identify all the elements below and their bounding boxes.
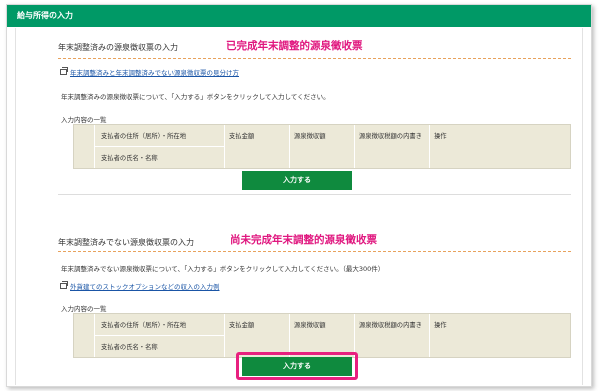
section2-heading: 年末調整済みでない源泉徴収票の入力 [58, 238, 194, 247]
col-payer-address: 支払者の住所（居所）・所在地 [101, 322, 187, 329]
col-payer-name: 支払者の氏名・名称 [101, 155, 158, 162]
table-divider [224, 314, 225, 357]
external-link-icon [60, 67, 68, 75]
external-link-icon [60, 281, 68, 289]
table-divider [224, 125, 225, 168]
section1-table-header: 支払者の住所（居所）・所在地 支払者の氏名・名称 支払金額 源泉徴収額 源泉徴収… [73, 124, 571, 169]
table-divider [429, 125, 430, 168]
section2-help-link[interactable]: 外貨建てのストックオプションなどの収入の入力例 [70, 281, 220, 291]
section2-instruction: 年末調整済みでない源泉徴収票について、「入力する」ボタンをクリックして入力してく… [61, 265, 385, 273]
section2-input-button[interactable]: 入力する [242, 357, 352, 376]
col-payer-address: 支払者の住所（居所）・所在地 [101, 133, 187, 140]
section2-divider [58, 251, 571, 252]
col-action: 操作 [434, 322, 447, 329]
table-divider [94, 335, 224, 336]
col-breakdown: 源泉徴収税額の内書き [359, 133, 422, 140]
section1-annotation: 已完成年末調整的源泉徵收票 [226, 40, 363, 52]
section1-help-link[interactable]: 年末調整済みと年末調整済みでない源泉徴収票の見分け方 [70, 67, 239, 77]
col-withholding: 源泉徴収額 [294, 322, 326, 329]
table-divider [289, 314, 290, 357]
col-amount: 支払金額 [229, 322, 255, 329]
col-withholding: 源泉徴収額 [294, 133, 326, 140]
col-action: 操作 [434, 133, 447, 140]
col-payer-name: 支払者の氏名・名称 [101, 344, 158, 351]
table-divider [94, 146, 224, 147]
section1-list-caption: 入力内容の一覧 [61, 116, 107, 124]
table-divider [429, 314, 430, 357]
section1-instruction: 年末調整済みの源泉徴収票について、「入力する」ボタンをクリックして入力してくださ… [61, 93, 330, 101]
table-divider [289, 125, 290, 168]
section1-divider [58, 58, 571, 59]
section1-input-button[interactable]: 入力する [242, 171, 352, 190]
section-separator [58, 194, 571, 195]
page-title: 給与所得の入力 [7, 5, 591, 27]
table-divider [354, 314, 355, 357]
table-divider [354, 125, 355, 168]
col-breakdown: 源泉徴収税額の内書き [359, 322, 422, 329]
section2-annotation: 尚未完成年末調整的源泉徵收票 [230, 234, 377, 246]
section2-list-caption: 入力内容の一覧 [61, 305, 107, 313]
section1-heading: 年末調整済みの源泉徴収票の入力 [58, 43, 178, 52]
col-amount: 支払金額 [229, 133, 255, 140]
